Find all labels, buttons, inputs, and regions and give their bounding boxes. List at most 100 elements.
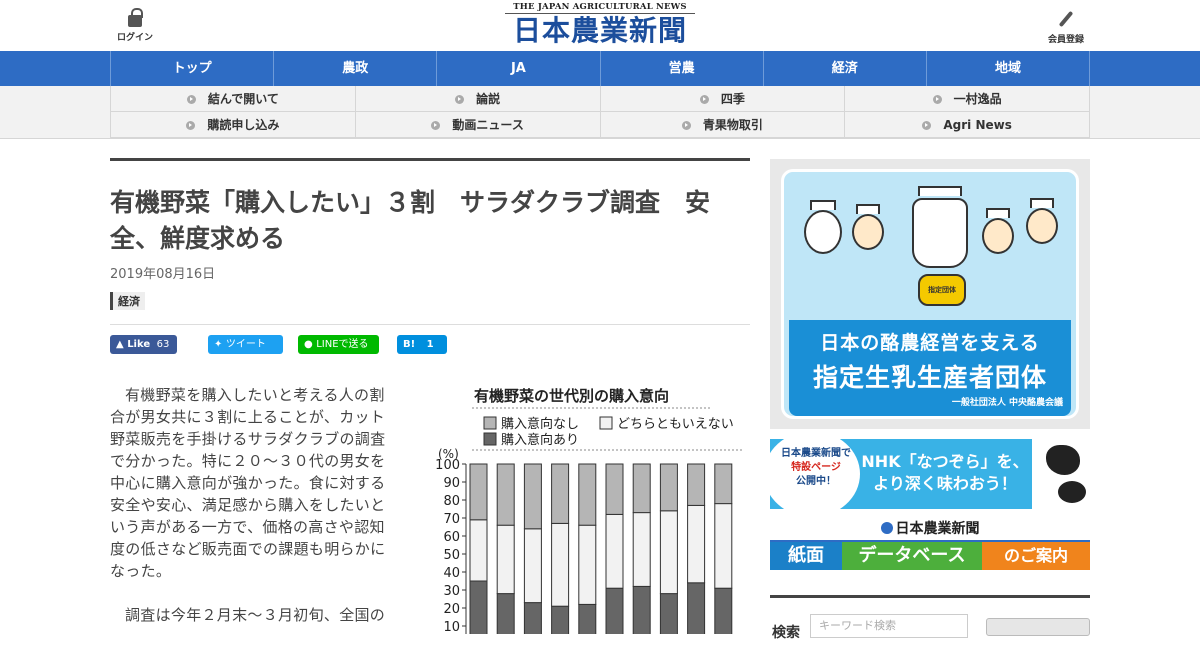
natsuzora-ad-main-line2: より深く味わおう！ [873, 474, 1017, 493]
natsuzora-ad-sub: 日本農業新聞で 特設ページ 公開中！ [774, 447, 858, 489]
hatena-bookmark-button[interactable]: B! 1 [397, 335, 447, 354]
hatena-label: B! [403, 339, 416, 350]
arrow-circle-icon [681, 121, 691, 130]
crown-icon [810, 200, 836, 210]
bar-segment [578, 463, 597, 526]
legend-swatch [599, 416, 613, 430]
subnav-item[interactable]: 四季 [600, 86, 846, 112]
bar-segment [469, 519, 488, 582]
subnav-item[interactable]: 青果物取引 [600, 112, 846, 138]
cow-character-icon [804, 210, 842, 254]
bar-segment [496, 593, 515, 634]
nav-item-farming[interactable]: 営農 [601, 51, 764, 86]
site-search: 検索 キーワード検索 [770, 595, 1090, 641]
database-ad-logo-text: 日本農業新聞 [895, 521, 980, 537]
database-ad-row: 紙面 データベース のご案内 [770, 542, 1090, 570]
legend-label: 購入意向あり [501, 432, 579, 448]
member-register-link[interactable]: 会員登録 [1040, 10, 1092, 45]
nav-item-region[interactable]: 地域 [927, 51, 1091, 86]
line-share-button[interactable]: ● LINEで送る [298, 335, 379, 354]
site-header: ログイン THE JAPAN AGRICULTURAL NEWS 日本農業新聞 … [0, 0, 1200, 50]
bar-segment [551, 522, 570, 607]
search-button[interactable] [986, 618, 1090, 636]
girl-character-icon [1026, 208, 1058, 244]
bar-segment [523, 463, 542, 530]
arrow-circle-icon [186, 121, 196, 130]
subnav-item[interactable]: Agri News [845, 112, 1090, 138]
pen-icon [1058, 10, 1074, 28]
y-tick-label: 20 [443, 602, 460, 617]
arrow-circle-icon [922, 121, 932, 130]
article: 有機野菜「購入したい」３割 サラダクラブ調査 安全、鮮度求める 2019年08月… [110, 158, 750, 634]
dairy-ad-line1: 日本の酪農経営を支える [820, 332, 1040, 354]
bar-segment [551, 463, 570, 524]
bar-segment [496, 463, 515, 526]
natsuzora-ad-banner[interactable]: 日本農業新聞で 特設ページ 公開中！ NHK「なつぞら」を、 より深く味わおう！ [770, 439, 1090, 509]
login-label: ログイン [116, 33, 153, 43]
search-input[interactable]: キーワード検索 [810, 614, 968, 638]
facebook-like-label: Like [127, 339, 151, 350]
crown-icon [986, 208, 1010, 218]
crown-icon [856, 204, 880, 214]
article-paragraph: 有機野菜を購入したいと考える人の割合が男女共に３割に上ることが、カット野菜販売を… [110, 386, 386, 580]
natsuzora-ad-main-line1: NHK「なつぞら」を、 [861, 452, 1029, 471]
share-buttons: ▲ Like 63 ✦ ツイート ● LINEで送る B! 1 [110, 335, 750, 355]
y-tick-label: 100 [435, 458, 460, 473]
purchase-intent-chart: 有機野菜の世代別の購入意向 購入意向なし どちらともいえない 購入意向あり (%) 10 2… [432, 384, 750, 634]
cow-photo-icon [1032, 439, 1090, 509]
category-badge[interactable]: 経済 [110, 292, 145, 310]
logo-english: THE JAPAN AGRICULTURAL NEWS [505, 2, 695, 14]
bar-segment [687, 582, 706, 634]
arrow-circle-icon [186, 95, 196, 104]
search-label: 検索 [772, 625, 800, 641]
article-paragraph: 調査は今年２月末～３月初旬、全国の [125, 606, 386, 624]
nav-item-economy[interactable]: 経済 [764, 51, 927, 86]
bar-segment [523, 602, 542, 634]
database-ad-banner[interactable]: 日本農業新聞 紙面 データベース のご案内 [770, 518, 1090, 570]
subnav-item[interactable]: 購読申し込み [111, 112, 356, 138]
tweet-button[interactable]: ✦ ツイート [208, 335, 283, 354]
legend-label: 購入意向なし [501, 416, 579, 432]
bar-segment [496, 524, 515, 595]
milk-cup-character-icon [912, 198, 968, 268]
dairy-ad-line2: 指定生乳生産者団体 [812, 363, 1047, 392]
subnav-label: Agri News [943, 118, 1012, 132]
twitter-bird-icon: ✦ [214, 339, 223, 350]
bar-segment [605, 587, 624, 634]
thumb-up-icon: ▲ [116, 339, 124, 350]
bar-segment [632, 463, 651, 514]
login-link[interactable]: ログイン [112, 8, 158, 43]
natsuzora-ad-sub-line3: 公開中！ [796, 476, 836, 487]
bar-segment [659, 593, 678, 634]
subnav-label: 動画ニュース [452, 118, 524, 132]
subnav-item[interactable]: 動画ニュース [355, 112, 601, 138]
logo-mark-icon [880, 522, 893, 534]
subnav-label: 青果物取引 [702, 118, 763, 132]
natsuzora-ad-sub-line1: 日本農業新聞で [781, 448, 851, 459]
facebook-like-button[interactable]: ▲ Like 63 [110, 335, 177, 354]
bar-segment [714, 587, 733, 634]
site-logo[interactable]: THE JAPAN AGRICULTURAL NEWS 日本農業新聞 [505, 2, 695, 48]
dairy-ad-banner[interactable]: 指定団体 日本の酪農経営を支える 指定生乳生産者団体 一般社団法人 中央酪農会議 [770, 159, 1090, 429]
legend-label: どちらともいえない [617, 417, 734, 432]
subnav-item[interactable]: 結んで開いて [111, 86, 356, 112]
subnav-item[interactable]: 論説 [355, 86, 601, 112]
y-tick-label: 70 [443, 512, 460, 527]
facebook-like-count: 63 [156, 339, 170, 350]
crown-icon [1030, 198, 1054, 208]
nav-item-top[interactable]: トップ [111, 51, 275, 86]
nav-item-ja[interactable]: JA [437, 51, 601, 86]
y-tick-label: 90 [443, 476, 460, 491]
subnav-label: 四季 [720, 92, 745, 106]
article-date: 2019年08月16日 [110, 267, 216, 282]
bar-segment [605, 463, 624, 515]
database-ad-seg1: 紙面 [770, 542, 842, 570]
sub-nav: 結んで開いて 論説 四季 一村逸品 購読申し込み 動画ニュース 青果物取引 Ag… [0, 86, 1200, 139]
subnav-item[interactable]: 一村逸品 [845, 86, 1090, 112]
article-top-rule [110, 158, 750, 161]
subnav-label: 一村逸品 [953, 92, 1002, 106]
arrow-circle-icon [699, 95, 709, 104]
legend-swatch [483, 432, 497, 446]
nav-item-policy[interactable]: 農政 [274, 51, 438, 86]
bar-segment [632, 585, 651, 634]
